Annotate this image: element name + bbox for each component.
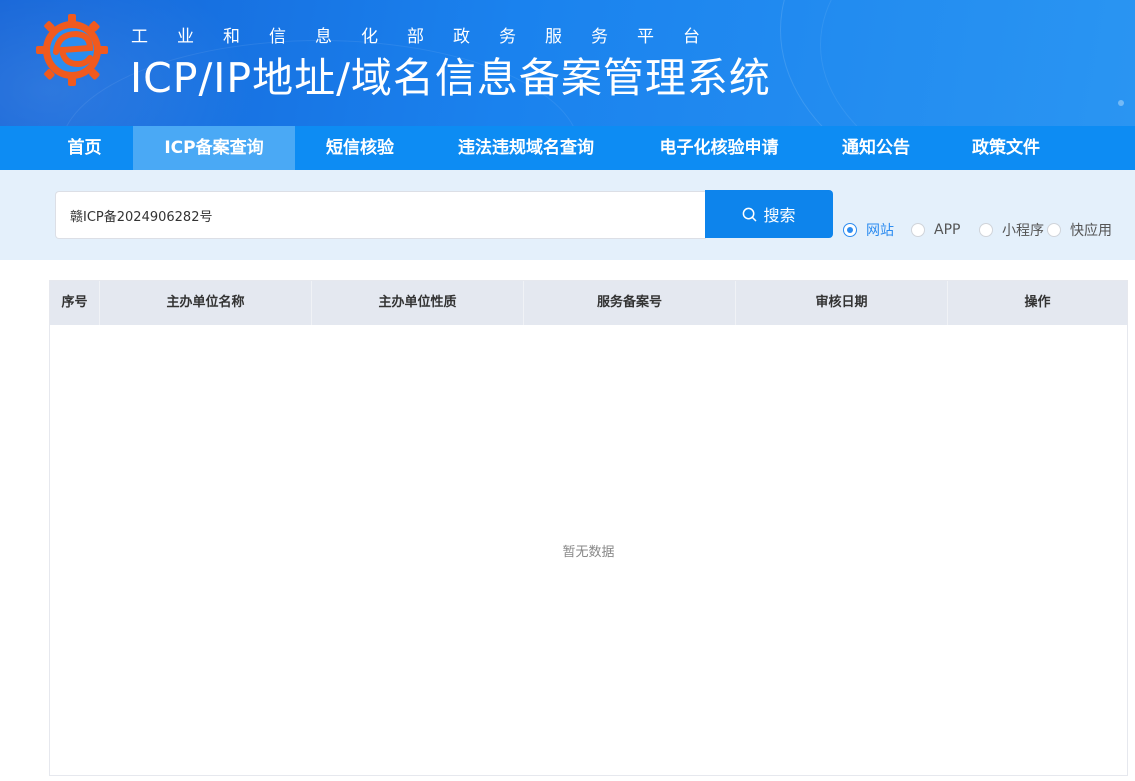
column-header-index: 序号 [50, 281, 100, 325]
radio-circle [911, 223, 925, 237]
search-input[interactable] [55, 191, 706, 239]
column-header-organizer-type: 主办单位性质 [312, 281, 524, 325]
nav-item-e-verify-apply[interactable]: 电子化核验申请 [638, 126, 800, 170]
nav-item-icp-query[interactable]: ICP备案查询 [133, 126, 295, 170]
nav-item-home[interactable]: 首页 [36, 126, 133, 170]
radio-label: 网站 [866, 223, 894, 239]
radio-label: 小程序 [1002, 223, 1044, 239]
radio-app[interactable]: APP [911, 220, 960, 240]
radio-circle [979, 223, 993, 237]
radio-mini-program[interactable]: 小程序 [979, 220, 1044, 240]
radio-website[interactable]: 网站 [843, 220, 894, 240]
table-header: 序号 主办单位名称 主办单位性质 服务备案号 审核日期 操作 [50, 281, 1127, 325]
nav-item-notices[interactable]: 通知公告 [822, 126, 930, 170]
column-header-record-number: 服务备案号 [524, 281, 736, 325]
column-header-actions: 操作 [1024, 295, 1051, 310]
empty-state-text: 暂无数据 [562, 545, 615, 560]
main-nav: 首页 ICP备案查询 短信核验 违法违规域名查询 电子化核验申请 通知公告 政策… [0, 126, 1135, 170]
nav-item-sms-verify[interactable]: 短信核验 [306, 126, 414, 170]
results-table: 序号 主办单位名称 主办单位性质 服务备案号 审核日期 操作 暂无数据 [49, 280, 1128, 776]
search-icon [743, 207, 757, 221]
column-header-review-date: 审核日期 [736, 281, 948, 325]
column-header-organizer-name: 主办单位名称 [100, 281, 312, 325]
nav-item-illegal-domain-query[interactable]: 违法违规域名查询 [436, 126, 616, 170]
nav-item-policy-docs[interactable]: 政策文件 [952, 126, 1060, 170]
site-header: 工业和信息化部政务服务平台 ICP/IP地址/域名信息备案管理系统 [0, 0, 1135, 126]
search-button-label: 搜索 [763, 206, 796, 225]
header-arc-decoration [820, 0, 1135, 126]
miit-gear-logo-icon [36, 14, 108, 86]
radio-circle [1047, 223, 1061, 237]
radio-quick-app[interactable]: 快应用 [1047, 220, 1112, 240]
page-title: ICP/IP地址/域名信息备案管理系统 [130, 54, 771, 102]
radio-label: 快应用 [1070, 223, 1112, 239]
search-button[interactable]: 搜索 [705, 190, 833, 238]
header-dot-decoration [1118, 100, 1124, 106]
radio-label: APP [934, 222, 961, 238]
radio-circle [843, 223, 857, 237]
